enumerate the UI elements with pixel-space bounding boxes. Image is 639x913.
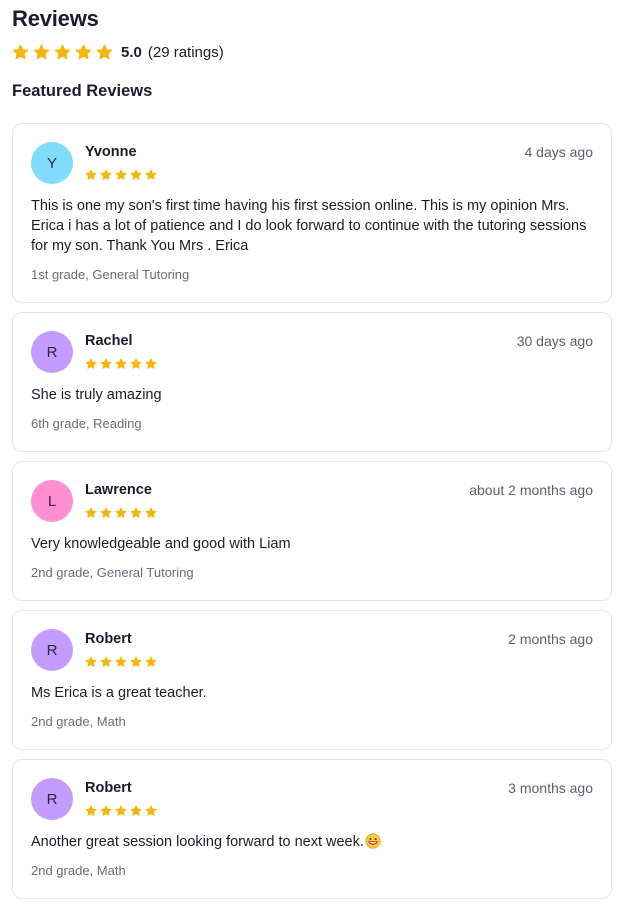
- review-text: Very knowledgeable and good with Liam: [31, 536, 291, 552]
- review-card: R Robert 3 months ago Another great sess…: [12, 759, 612, 899]
- reviewer-name: Yvonne: [85, 144, 137, 160]
- star-icon: [85, 358, 97, 369]
- avatar: R: [31, 331, 73, 373]
- star-icon: [96, 44, 113, 59]
- star-icon: [85, 656, 97, 667]
- review-stars: [85, 169, 157, 181]
- star-icon: [100, 507, 112, 518]
- star-icon: [115, 656, 127, 667]
- review-meta: 2nd grade, Math: [31, 714, 126, 729]
- star-icon: [85, 169, 97, 180]
- review-date: 30 days ago: [516, 333, 593, 349]
- reviewer-name: Robert: [85, 780, 132, 796]
- reviewer-name: Robert: [85, 631, 132, 647]
- star-icon: [12, 44, 29, 59]
- star-icon: [130, 656, 142, 667]
- reviewer-name: Lawrence: [85, 482, 152, 498]
- review-date: 3 months ago: [508, 780, 593, 796]
- review-text-content: Another great session looking forward to…: [31, 834, 364, 850]
- review-card: R Robert 2 months ago Ms Erica is a grea…: [12, 610, 612, 750]
- review-text: Another great session looking forward to…: [31, 832, 593, 852]
- star-icon: [115, 358, 127, 369]
- review-card: L Lawrence about 2 months ago Very knowl…: [12, 461, 612, 601]
- star-icon: [85, 507, 97, 518]
- star-icon: [33, 44, 50, 59]
- star-icon: [130, 358, 142, 369]
- review-card: R Rachel 30 days ago She is truly amazin…: [12, 312, 612, 452]
- review-meta: 2nd grade, General Tutoring: [31, 565, 194, 580]
- review-date: 2 months ago: [508, 631, 593, 647]
- review-date: about 2 months ago: [469, 482, 593, 498]
- star-icon: [145, 358, 157, 369]
- star-icon: [85, 805, 97, 816]
- rating-summary-stars: [12, 44, 113, 61]
- star-icon: [100, 169, 112, 180]
- star-icon: [145, 507, 157, 518]
- star-icon: [145, 656, 157, 667]
- star-icon: [145, 805, 157, 816]
- grinning-face-emoji-icon: [365, 833, 381, 849]
- review-date: 4 days ago: [524, 144, 594, 160]
- rating-count: (29 ratings): [147, 43, 224, 61]
- star-icon: [100, 805, 112, 816]
- rating-summary: 5.0 (29 ratings): [12, 42, 224, 62]
- featured-reviews-heading: Featured Reviews: [12, 82, 153, 100]
- review-meta: 6th grade, Reading: [31, 416, 142, 431]
- star-icon: [100, 358, 112, 369]
- star-icon: [115, 805, 127, 816]
- review-text: This is one my son's first time having h…: [31, 198, 587, 254]
- avatar: R: [31, 778, 73, 820]
- review-stars: [85, 656, 157, 668]
- star-icon: [54, 44, 71, 59]
- star-icon: [115, 507, 127, 518]
- avatar: R: [31, 629, 73, 671]
- star-icon: [130, 507, 142, 518]
- star-icon: [115, 169, 127, 180]
- review-text: Ms Erica is a great teacher.: [31, 685, 207, 701]
- review-card: Y Yvonne 4 days ago This is one my son's…: [12, 123, 612, 303]
- avatar: Y: [31, 142, 73, 184]
- star-icon: [130, 805, 142, 816]
- avatar: L: [31, 480, 73, 522]
- review-stars: [85, 805, 157, 817]
- star-icon: [100, 656, 112, 667]
- review-stars: [85, 358, 157, 370]
- review-meta: 1st grade, General Tutoring: [31, 267, 190, 282]
- rating-average: 5.0: [121, 43, 142, 61]
- review-meta: 2nd grade, Math: [31, 863, 126, 878]
- star-icon: [130, 169, 142, 180]
- review-stars: [85, 507, 157, 519]
- star-icon: [75, 44, 92, 59]
- star-icon: [145, 169, 157, 180]
- page-title: Reviews: [12, 6, 99, 31]
- review-text: She is truly amazing: [31, 387, 162, 403]
- reviewer-name: Rachel: [85, 333, 133, 349]
